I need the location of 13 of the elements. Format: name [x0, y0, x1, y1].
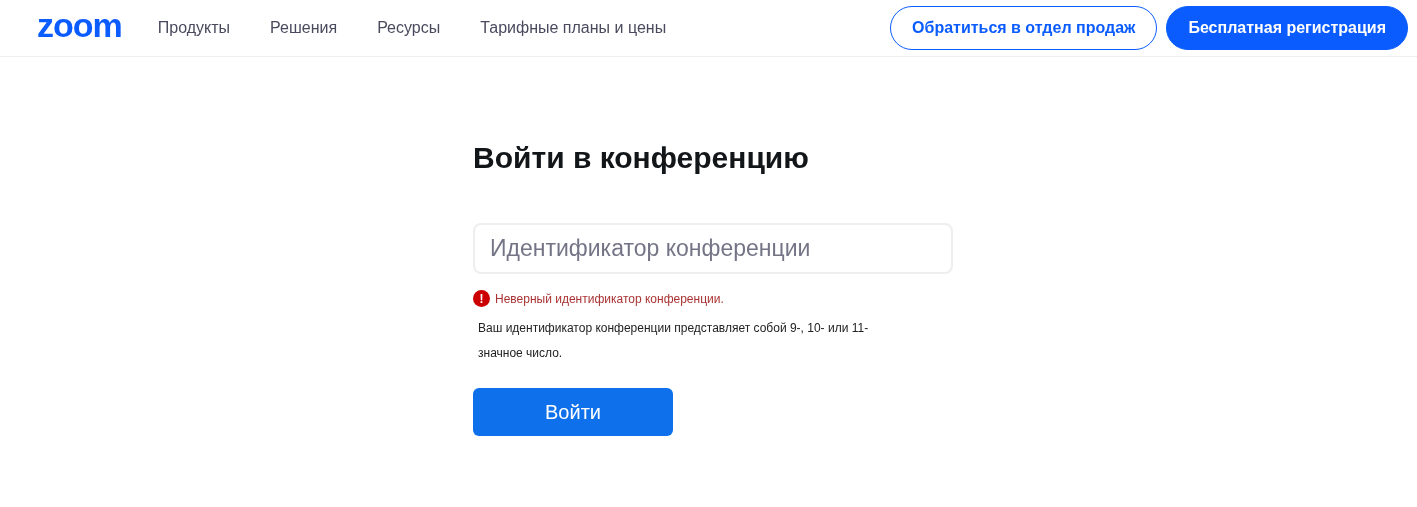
logo[interactable]: zoom: [37, 8, 122, 42]
signup-button[interactable]: Бесплатная регистрация: [1166, 6, 1408, 50]
contact-sales-button[interactable]: Обратиться в отдел продаж: [890, 6, 1158, 50]
hint-text: Ваш идентификатор конференции представляет собой 9-, 10- или 11-значное число.: [478, 319, 870, 362]
nav-link[interactable]: Продукты: [157, 16, 231, 40]
page-title: Войти в конференцию: [473, 140, 810, 176]
nav-link[interactable]: Тарифные планы и цены: [480, 16, 667, 40]
nav-link[interactable]: Решения: [270, 16, 338, 40]
error-icon: !: [473, 290, 490, 307]
join-button[interactable]: Войти: [473, 387, 673, 436]
error-message: Неверный идентификатор конференции.: [495, 290, 724, 308]
nav-link[interactable]: Ресурсы: [377, 16, 441, 40]
meeting-id-field[interactable]: Идентификатор конференции: [473, 222, 953, 274]
